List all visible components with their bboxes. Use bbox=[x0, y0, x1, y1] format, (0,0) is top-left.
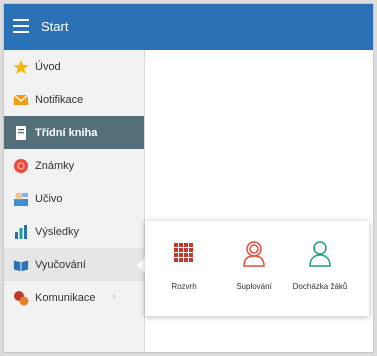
chat-icon bbox=[13, 290, 29, 306]
sidebar-item-znamky[interactable]: Známky bbox=[4, 149, 144, 182]
sidebar: Úvod Notifikace Třídní kniha Známky Učiv bbox=[4, 50, 145, 352]
sidebar-item-label: Vyučování bbox=[35, 258, 86, 271]
submenu-tile-label: Docházka žáků bbox=[292, 282, 348, 291]
sidebar-item-label: Třídní kniha bbox=[35, 126, 98, 139]
page-title: Start bbox=[41, 19, 69, 34]
sidebar-item-uvod[interactable]: Úvod bbox=[4, 50, 144, 83]
top-bar: Start bbox=[4, 4, 373, 50]
submenu-tile-dochazka-zaku[interactable]: Docházka žáků bbox=[287, 238, 353, 308]
sidebar-item-label: Notifikace bbox=[35, 93, 84, 106]
open-book-icon bbox=[13, 257, 29, 273]
sidebar-item-label: Komunikace bbox=[35, 291, 96, 304]
person-substitute-icon bbox=[239, 238, 269, 268]
chevron-right-icon: › bbox=[112, 291, 116, 303]
sidebar-item-tridni-kniha[interactable]: Třídní kniha bbox=[4, 116, 144, 149]
teacher-icon bbox=[13, 191, 29, 207]
person-attendance-icon bbox=[305, 238, 335, 268]
submenu-pointer bbox=[137, 257, 145, 273]
book-icon bbox=[13, 125, 29, 141]
grades-icon bbox=[13, 158, 29, 174]
sidebar-item-ucivo[interactable]: Učivo bbox=[4, 182, 144, 215]
sidebar-item-notifikace[interactable]: Notifikace bbox=[4, 83, 144, 116]
submenu-tile-label: Rozvrh bbox=[171, 282, 197, 291]
submenu-tile-rozvrh[interactable]: Rozvrh bbox=[151, 238, 217, 308]
star-icon bbox=[13, 59, 29, 75]
envelope-icon bbox=[13, 92, 29, 108]
calendar-grid-icon bbox=[169, 238, 199, 268]
submenu-tile-label: Suplování bbox=[236, 282, 272, 291]
app-frame: Start Úvod Notifikace Třídní kniha Známk… bbox=[3, 3, 374, 353]
sidebar-item-komunikace[interactable]: Komunikace › bbox=[4, 281, 144, 314]
submenu-tile-suplovani[interactable]: Suplování bbox=[221, 238, 287, 308]
sidebar-item-label: Výsledky bbox=[35, 225, 80, 238]
sidebar-item-vyucovani[interactable]: Vyučování bbox=[4, 248, 145, 281]
submenu-popup: Rozvrh Suplování Docházka žáků bbox=[145, 221, 369, 316]
bar-chart-icon bbox=[13, 224, 29, 240]
hamburger-menu-icon[interactable] bbox=[13, 19, 29, 33]
sidebar-item-vysledky[interactable]: Výsledky bbox=[4, 215, 144, 248]
sidebar-item-label: Známky bbox=[35, 159, 75, 172]
sidebar-item-label: Učivo bbox=[35, 192, 63, 205]
sidebar-item-label: Úvod bbox=[35, 60, 61, 73]
